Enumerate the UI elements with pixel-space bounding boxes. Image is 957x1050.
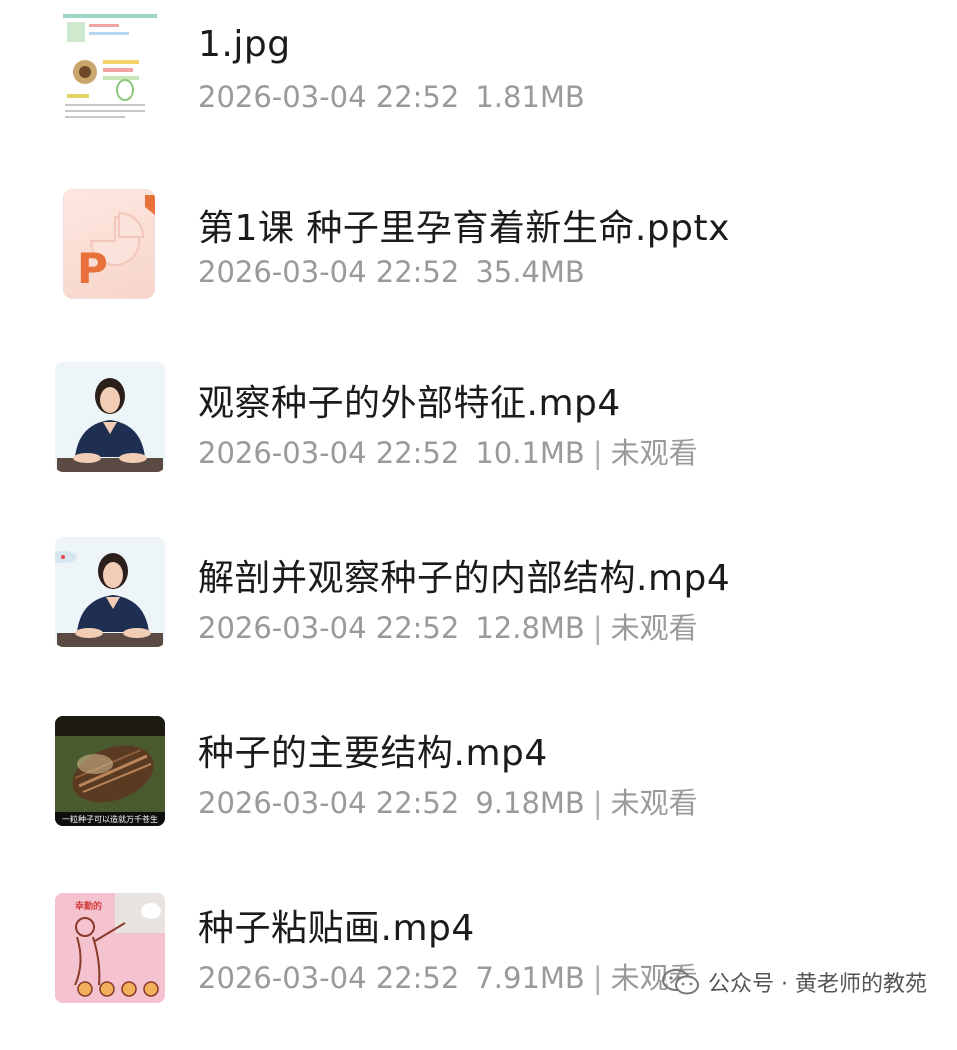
- worksheet-thumbnail: [55, 10, 165, 120]
- file-size: 10.1MB: [475, 436, 585, 470]
- wechat-icon: [661, 968, 701, 1002]
- powerpoint-icon: P: [63, 189, 155, 299]
- separator: |: [592, 436, 603, 470]
- watermark-text: 公众号 · 黄老师的教苑: [708, 972, 927, 997]
- file-name: 观察种子的外部特征.mp4: [198, 383, 621, 424]
- file-item-5[interactable]: 一粒种子可以造就万千苍生 种子的主要结构.mp4 2026-03-04 22:5…: [0, 700, 957, 875]
- file-item-3[interactable]: 观察种子的外部特征.mp4 2026-03-04 22:52 10.1MB | 未观看: [0, 350, 957, 525]
- file-size: 9.18MB: [475, 786, 585, 820]
- file-name: 种子粘贴画.mp4: [198, 908, 475, 949]
- seed-collage-thumbnail: 幸勤的: [55, 893, 165, 1003]
- separator: |: [592, 786, 603, 820]
- file-name: 1.jpg: [198, 24, 291, 65]
- file-item-6[interactable]: 幸勤的 种子粘贴画.mp4 2026-03-04 22:52 7.91MB | 未观看: [0, 875, 957, 1050]
- file-meta: 2026-03-04 22:52 1.81MB: [198, 80, 585, 114]
- watermark: 公众号 · 黄老师的教苑: [661, 966, 927, 1002]
- file-meta: 2026-03-04 22:52 9.18MB | 未观看: [198, 780, 698, 822]
- file-item-4[interactable]: 解剖并观察种子的内部结构.mp4 2026-03-04 22:52 12.8MB |…: [0, 525, 957, 700]
- file-size: 35.4MB: [475, 255, 585, 289]
- powerpoint-letter: P: [77, 244, 108, 293]
- file-meta: 2026-03-04 22:52 7.91MB | 未观看: [198, 955, 698, 997]
- file-date: 2026-03-04 22:52: [198, 961, 460, 995]
- file-name: 第1课 种子里孕育着新生命.pptx: [198, 208, 730, 249]
- watch-status: 未观看: [610, 436, 698, 470]
- thumbnail-caption: 一粒种子可以造就万千苍生: [62, 814, 158, 824]
- file-name: 解剖并观察种子的内部结构.mp4: [198, 558, 731, 599]
- file-size: 1.81MB: [475, 80, 585, 114]
- watch-status: 未观看: [610, 786, 698, 820]
- file-date: 2026-03-04 22:52: [198, 255, 460, 289]
- file-date: 2026-03-04 22:52: [198, 611, 460, 645]
- file-meta: 2026-03-04 22:52 35.4MB: [198, 255, 585, 289]
- teacher-video-thumbnail: [55, 362, 165, 472]
- file-size: 12.8MB: [475, 611, 585, 645]
- file-date: 2026-03-04 22:52: [198, 786, 460, 820]
- thumbnail-caption: 幸勤的: [75, 900, 102, 912]
- separator: |: [592, 611, 603, 645]
- watch-status: 未观看: [610, 611, 698, 645]
- separator: |: [592, 961, 603, 995]
- file-meta: 2026-03-04 22:52 12.8MB | 未观看: [198, 605, 698, 647]
- file-meta: 2026-03-04 22:52 10.1MB | 未观看: [198, 430, 698, 472]
- seed-closeup-thumbnail: 一粒种子可以造就万千苍生: [55, 716, 165, 826]
- file-date: 2026-03-04 22:52: [198, 436, 460, 470]
- file-item-2[interactable]: P 第1课 种子里孕育着新生命.pptx 2026-03-04 22:52 35.…: [0, 175, 957, 350]
- teacher-video-thumbnail: [55, 537, 165, 647]
- file-name: 种子的主要结构.mp4: [198, 733, 548, 774]
- file-date: 2026-03-04 22:52: [198, 80, 460, 114]
- file-item-1[interactable]: 1.jpg 2026-03-04 22:52 1.81MB: [0, 0, 957, 175]
- file-size: 7.91MB: [475, 961, 585, 995]
- file-list: 1.jpg 2026-03-04 22:52 1.81MB P 第1课 种子里孕育…: [0, 0, 957, 1021]
